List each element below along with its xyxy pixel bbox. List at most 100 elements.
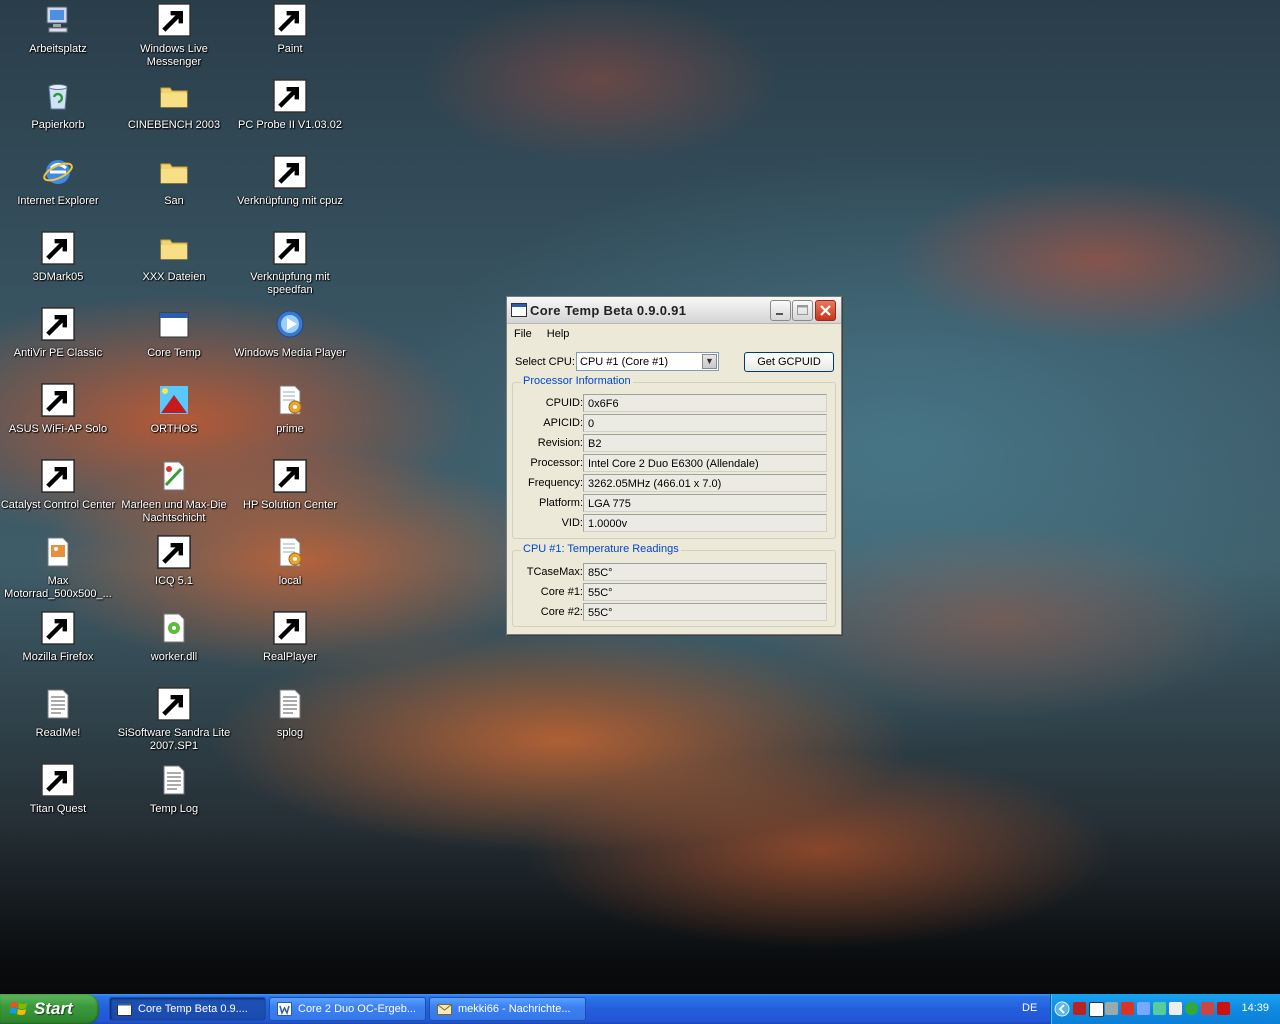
desktop-icon[interactable]: Internet Explorer bbox=[0, 155, 116, 208]
desktop-icon[interactable]: prime bbox=[232, 383, 348, 436]
desktop-icon[interactable]: Windows Live Messenger bbox=[116, 3, 232, 69]
field-label: TCaseMax: bbox=[526, 566, 583, 578]
shortcut-arrow-icon bbox=[273, 3, 307, 37]
desktop-icon-label: CINEBENCH 2003 bbox=[127, 119, 221, 131]
desktop-icon[interactable]: ASUS WiFi-AP Solo bbox=[0, 383, 116, 436]
desktop-icon-image bbox=[273, 3, 307, 37]
desktop-icon[interactable]: AntiVir PE Classic bbox=[0, 307, 116, 360]
orthos-icon bbox=[160, 386, 188, 414]
desktop-icon-image bbox=[157, 687, 191, 721]
start-button[interactable]: Start bbox=[0, 994, 99, 1024]
taskbar-button[interactable]: Core Temp Beta 0.9.... bbox=[109, 997, 266, 1021]
clock[interactable]: 14:39 bbox=[1241, 1002, 1269, 1014]
desktop-icon[interactable]: Arbeitsplatz bbox=[0, 3, 116, 56]
desktop-icon-label: San bbox=[164, 195, 184, 207]
core-temp-tray-icon[interactable] bbox=[1089, 1002, 1104, 1017]
icq-tray-icon[interactable] bbox=[1185, 1002, 1198, 1015]
field-label: APICID: bbox=[543, 417, 583, 429]
desktop-icon[interactable]: ORTHOS bbox=[116, 383, 232, 436]
desktop-icon[interactable]: local bbox=[232, 535, 348, 588]
dll-file-icon bbox=[163, 613, 185, 643]
network-tray-icon[interactable] bbox=[1137, 1002, 1150, 1015]
taskbar: Start Core Temp Beta 0.9.... Core 2 Duo O… bbox=[0, 994, 1280, 1024]
select-cpu-dropdown[interactable]: CPU #1 (Core #1) ▼ bbox=[576, 352, 719, 371]
config-file-icon bbox=[279, 385, 302, 415]
field-value: 0x6F6 bbox=[583, 394, 827, 412]
desktop-icon[interactable]: XXX Dateien bbox=[116, 231, 232, 284]
desktop-icon[interactable]: SiSoftware Sandra Lite 2007.SP1 bbox=[116, 687, 232, 753]
desktop-icon-label: ICQ 5.1 bbox=[155, 575, 193, 587]
image-file-icon bbox=[47, 537, 69, 567]
desktop-icon-image bbox=[157, 79, 191, 113]
shortcut-arrow-icon bbox=[157, 3, 191, 37]
minimize-button[interactable] bbox=[770, 300, 791, 321]
desktop-icon[interactable]: San bbox=[116, 155, 232, 208]
desktop-icon-image bbox=[273, 79, 307, 113]
desktop-icon[interactable]: ATI Catalyst Control Center bbox=[0, 459, 116, 512]
desktop-icon[interactable]: splog bbox=[232, 687, 348, 740]
desktop-icon-image bbox=[273, 155, 307, 189]
desktop-icon-image bbox=[157, 231, 191, 265]
desktop-icon-image bbox=[273, 535, 307, 569]
desktop-icon-label: AntiVir PE Classic bbox=[13, 347, 103, 359]
desktop-icon-image: r bbox=[273, 611, 307, 645]
chevron-down-icon[interactable]: ▼ bbox=[702, 354, 717, 369]
menu-help[interactable]: Help bbox=[547, 328, 570, 340]
hp-tray-icon[interactable] bbox=[1201, 1002, 1214, 1015]
get-gcpuid-button[interactable]: Get GCPUID bbox=[744, 352, 834, 372]
field-label: Core #2: bbox=[540, 606, 583, 618]
desktop-icon[interactable]: CINEBENCH 2003 bbox=[116, 79, 232, 132]
shortcut-arrow-icon bbox=[157, 687, 191, 721]
desktop-icon-label: Marleen und Max-Die Nachtschicht bbox=[121, 499, 227, 524]
ati-tray-icon[interactable] bbox=[1121, 1002, 1134, 1015]
desktop-icon-label: splog bbox=[276, 727, 304, 739]
desktop-icon[interactable]: Verknüpfung mit speedfan bbox=[232, 231, 348, 297]
shortcut-arrow-icon bbox=[41, 383, 75, 417]
desktop-icon[interactable]: 3DMark05 bbox=[0, 231, 116, 284]
orthos-tray-icon[interactable] bbox=[1073, 1002, 1086, 1015]
tray-expand-icon[interactable] bbox=[1054, 1001, 1070, 1017]
speaker-tray-icon[interactable] bbox=[1105, 1002, 1118, 1015]
language-indicator[interactable]: DE bbox=[1022, 1002, 1037, 1014]
desktop-icon[interactable]: r RealPlayer bbox=[232, 611, 348, 664]
desktop-icon-label: PC Probe II V1.03.02 bbox=[238, 119, 342, 131]
desktop-icon-image bbox=[157, 459, 191, 493]
title-bar[interactable]: Core Temp Beta 0.9.0.91 bbox=[507, 297, 841, 324]
temperature-group: CPU #1: Temperature Readings TCaseMax: 85… bbox=[512, 543, 836, 627]
desktop-icon[interactable]: Temp Log bbox=[116, 763, 232, 816]
shortcut-arrow-icon bbox=[41, 307, 75, 341]
taskbar-button[interactable]: Core 2 Duo OC-Ergeb... bbox=[269, 997, 426, 1021]
desktop-icon[interactable]: Paint bbox=[232, 3, 348, 56]
text-file-icon bbox=[47, 689, 69, 719]
desktop-icon[interactable]: Mozilla Firefox bbox=[0, 611, 116, 664]
desktop-icon[interactable]: Papierkorb bbox=[0, 79, 116, 132]
desktop-icon[interactable]: HP Solution Center bbox=[232, 459, 348, 512]
temperature-title: CPU #1: Temperature Readings bbox=[521, 543, 681, 555]
wifi-tray-icon[interactable] bbox=[1153, 1002, 1166, 1015]
desktop-icon-label: Verknüpfung mit cpuz bbox=[237, 195, 343, 207]
desktop-icon-label: Papierkorb bbox=[31, 119, 85, 131]
taskbar-button[interactable]: mekki66 - Nachrichte... bbox=[429, 997, 586, 1021]
computer-icon bbox=[46, 6, 68, 33]
desktop-icon[interactable]: Titan Quest bbox=[0, 763, 116, 816]
desktop-icon[interactable]: Core Temp bbox=[116, 307, 232, 360]
menu-bar: File Help bbox=[507, 324, 841, 344]
desktop-icon-label: Internet Explorer bbox=[17, 195, 99, 207]
desktop-icon[interactable]: Marleen und Max-Die Nachtschicht bbox=[116, 459, 232, 525]
desktop-icon[interactable]: Verknüpfung mit cpuz bbox=[232, 155, 348, 208]
desktop-icon[interactable]: PC Probe II V1.03.02 bbox=[232, 79, 348, 132]
mail-icon bbox=[437, 1004, 452, 1015]
desktop-icon[interactable]: worker.dll bbox=[116, 611, 232, 664]
shortcut-arrow-icon bbox=[273, 155, 307, 189]
field-value: B2 bbox=[583, 434, 827, 452]
antivir-tray-icon[interactable] bbox=[1217, 1002, 1230, 1015]
desktop-icon[interactable]: Max Motorrad_500x500_... bbox=[0, 535, 116, 601]
desktop-icon[interactable]: Windows Media Player bbox=[232, 307, 348, 360]
menu-file[interactable]: File bbox=[514, 328, 532, 340]
desktop-icon-image bbox=[41, 155, 75, 189]
display-tray-icon[interactable] bbox=[1169, 1002, 1182, 1015]
close-button[interactable] bbox=[815, 300, 836, 321]
desktop-icon[interactable]: ReadMe! bbox=[0, 687, 116, 740]
text-file-icon bbox=[279, 689, 301, 719]
desktop-icon[interactable]: ICQ 5.1 bbox=[116, 535, 232, 588]
